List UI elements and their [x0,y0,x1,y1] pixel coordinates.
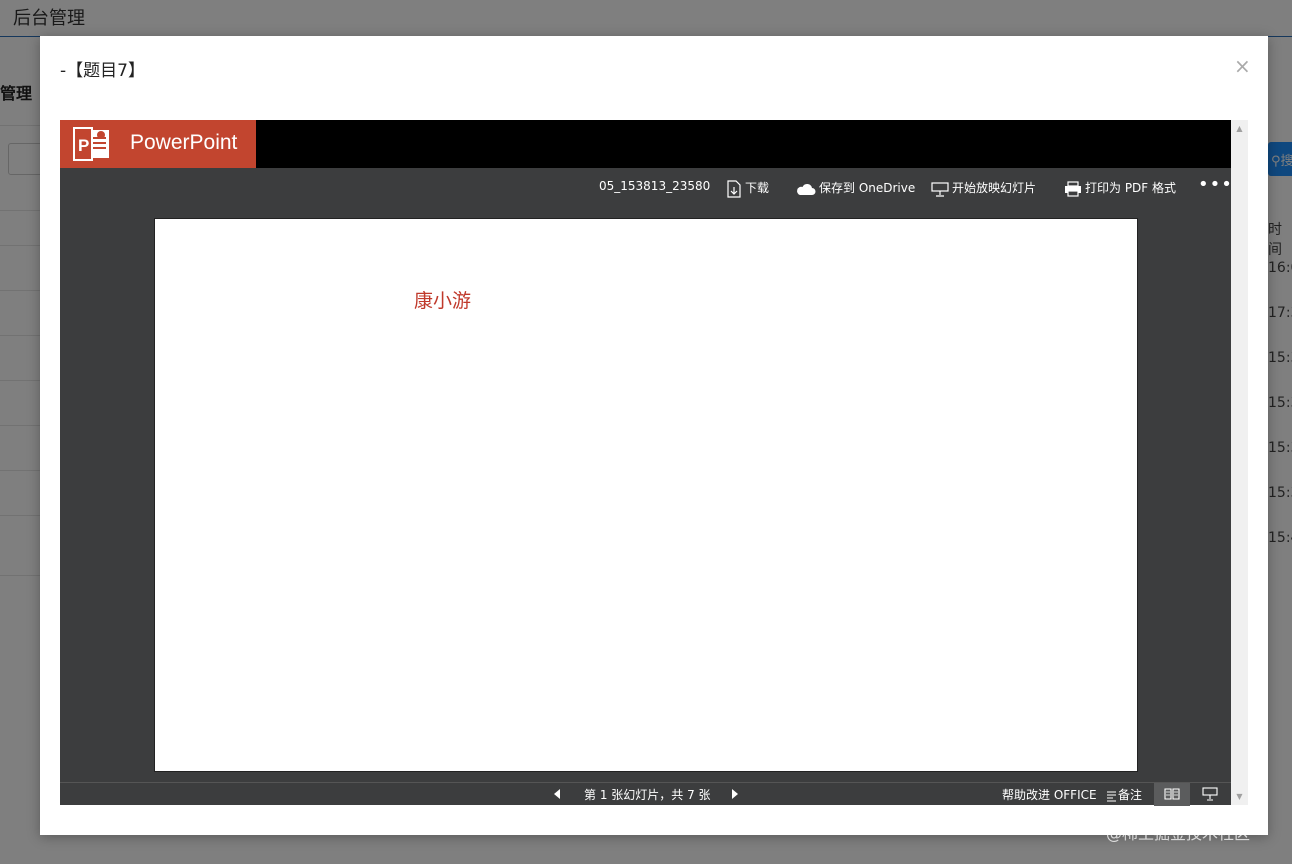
scroll-down-icon[interactable]: ▼ [1231,788,1248,805]
print-pdf-button[interactable]: 打印为 PDF 格式 [1064,179,1176,197]
save-onedrive-button[interactable]: 保存到 OneDrive [795,179,915,196]
slideshow-view-button[interactable] [1190,783,1231,806]
watermark: @稀土掘金技术社区 [1106,824,1251,843]
help-improve-link[interactable]: 帮助改进 OFFICE [1002,786,1097,803]
viewer-footer: 第 1 张幻灯片，共 7 张 帮助改进 OFFICE 备注 [60,782,1231,806]
slide-text: 康小游 [414,290,472,312]
cloud-icon [797,183,816,195]
more-options-icon[interactable]: ••• [1198,174,1233,195]
projector-icon [931,181,949,197]
download-label: 下载 [745,181,770,195]
notes-button[interactable]: 备注 [1105,786,1142,803]
next-slide-icon[interactable] [730,788,740,800]
book-icon [1164,788,1180,800]
previous-slide-icon[interactable] [552,788,562,800]
brand-name: PowerPoint [130,131,238,154]
download-button[interactable]: 下载 [726,179,769,198]
slide-canvas: 康小游 [154,218,1138,772]
vertical-scrollbar[interactable]: ▲ ▼ [1231,120,1248,805]
reading-view-button[interactable] [1154,783,1190,806]
notes-icon [1107,790,1116,802]
powerpoint-viewer: P PowerPoint 05_153813_23580 下载 保存到 OneD… [60,120,1233,806]
powerpoint-logo-icon: P [73,127,109,161]
download-icon [727,179,741,198]
slideshow-label: 开始放映幻灯片 [952,181,1037,195]
modal-title: -【题目7】 [60,61,145,81]
page-indicator: 第 1 张幻灯片，共 7 张 [584,788,711,802]
printer-icon [1065,180,1081,197]
print-pdf-label: 打印为 PDF 格式 [1085,181,1177,195]
presentation-icon [1202,787,1218,801]
viewer-topbar: P PowerPoint [60,120,1231,168]
slideshow-button[interactable]: 开始放映幻灯片 [931,179,1036,197]
close-icon[interactable]: × [1234,54,1251,78]
brand-block: P PowerPoint [60,120,256,168]
svg-text:P: P [78,136,89,155]
viewer-toolbar: 05_153813_23580 下载 保存到 OneDrive 开始放映幻灯片 … [60,168,1233,210]
scroll-up-icon[interactable]: ▲ [1231,120,1248,137]
save-onedrive-label: 保存到 OneDrive [819,181,916,195]
file-name: 05_153813_23580 [599,179,711,193]
preview-modal: -【题目7】 × P PowerPoint 05_153813_23580 下载… [40,36,1268,835]
notes-label: 备注 [1118,788,1143,802]
